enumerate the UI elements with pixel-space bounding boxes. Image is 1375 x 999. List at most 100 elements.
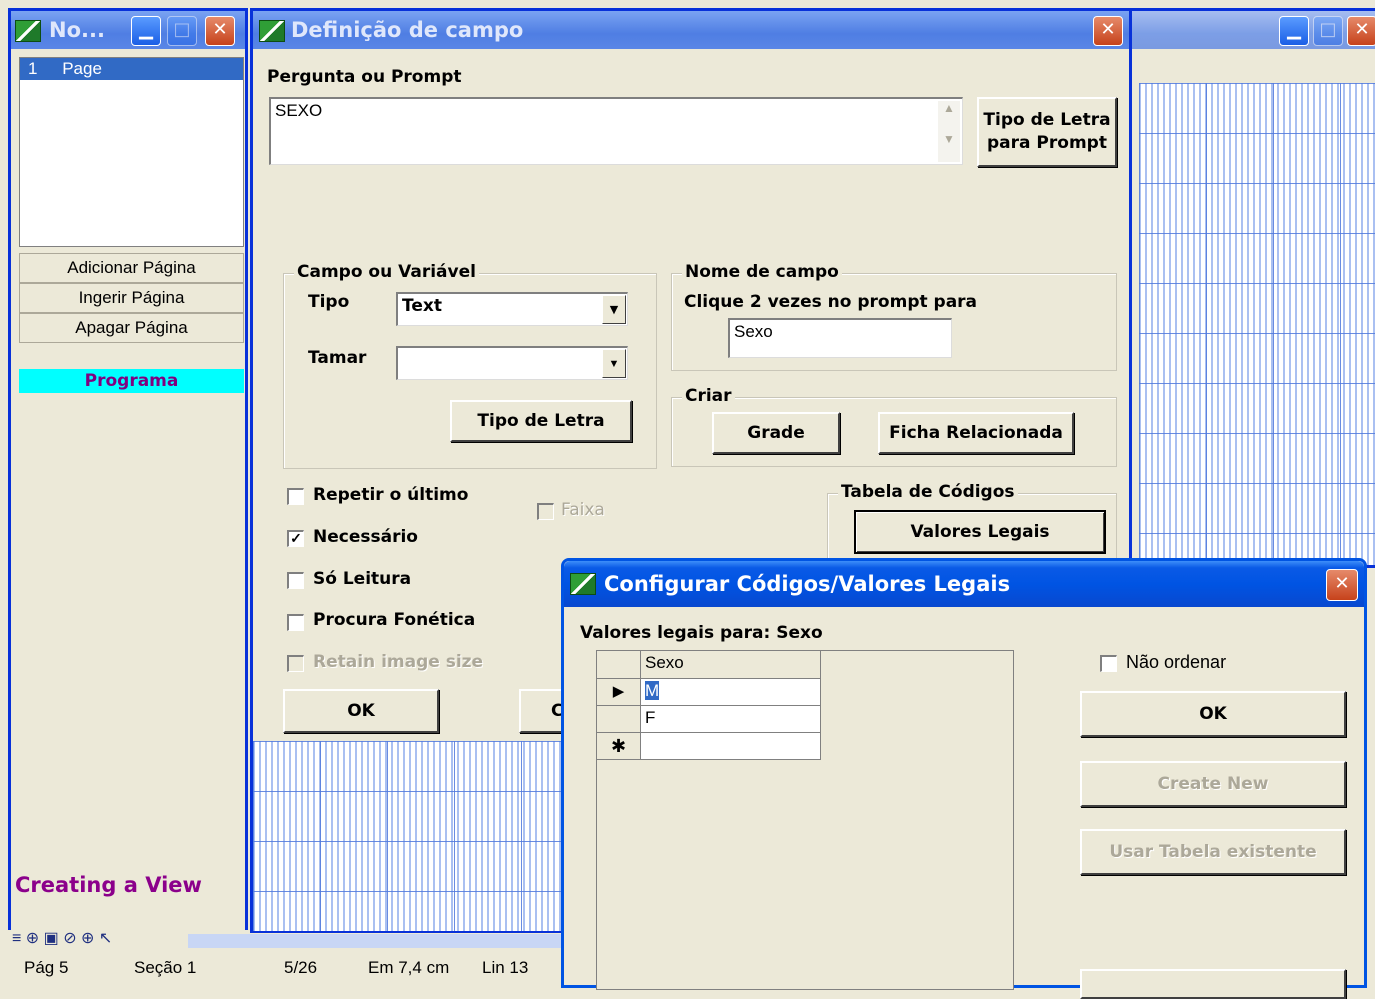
prompt-font-line1: Tipo de Letra <box>983 110 1111 131</box>
prompt-font-line2: para Prompt <box>987 133 1107 153</box>
table-row[interactable]: F <box>641 706 821 733</box>
field-name-value: Sexo <box>734 322 773 341</box>
required-label: Necessário <box>313 527 418 547</box>
close-button[interactable]: ✕ <box>1326 569 1358 601</box>
delete-page-button[interactable]: Apagar Página <box>19 313 244 343</box>
codes-grid[interactable]: Sexo ▶ M F ✱ <box>596 650 1014 990</box>
legal-for-label: Valores legais para: Sexo <box>580 623 823 643</box>
code-table-group: Tabela de Códigos Valores Legais <box>827 482 1117 563</box>
prompt-scrollbar[interactable]: ▲ ▼ <box>938 101 960 162</box>
toolbar-icons[interactable]: ≡ ⊕ ▣ ⊘ ⊕ ↖ <box>12 928 112 948</box>
status-section: Seção 1 <box>134 958 197 977</box>
grid-corner <box>597 651 641 679</box>
repeat-last-label: Repetir o último <box>313 485 469 505</box>
close-button[interactable]: ✕ <box>1347 16 1375 46</box>
add-page-button[interactable]: Adicionar Página <box>19 253 244 283</box>
create-group: Criar Grade Ficha Relacionada <box>671 386 1117 467</box>
maximize-button[interactable]: □ <box>167 16 197 46</box>
required-checkbox[interactable]: ✓ <box>287 530 304 547</box>
type-label: Tipo <box>308 292 350 312</box>
program-button[interactable]: Programa <box>19 369 244 393</box>
minimize-button[interactable]: ▁ <box>1279 16 1309 46</box>
prompt-textarea[interactable]: SEXO ▲ ▼ <box>269 97 963 165</box>
codes-extra-button[interactable] <box>1080 969 1346 999</box>
related-form-button[interactable]: Ficha Relacionada <box>878 412 1074 454</box>
prompt-font-button[interactable]: Tipo de Letra para Prompt <box>977 97 1117 167</box>
codes-dialog-title: Configurar Códigos/Valores Legais <box>604 572 1011 596</box>
maximize-button[interactable]: □ <box>1313 16 1343 46</box>
bottom-toolbar: ≡ ⊕ ▣ ⊘ ⊕ ↖ <box>8 930 568 950</box>
creating-view-label: Creating a View <box>15 873 202 897</box>
table-row[interactable]: M <box>641 679 821 706</box>
pages-window: No... ▁ □ ✕ 1 Page Adicionar Página Inge… <box>8 8 248 933</box>
creating-view-link[interactable]: Creating a View <box>15 873 202 897</box>
retain-image-checkbox[interactable] <box>287 655 304 672</box>
size-select[interactable]: ▼ <box>396 346 628 380</box>
page-list-item[interactable]: 1 Page <box>20 58 243 80</box>
program-label: Programa <box>84 371 179 391</box>
field-name-group-title: Nome de campo <box>682 262 842 282</box>
close-button[interactable]: ✕ <box>1093 16 1123 46</box>
prompt-label: Pergunta ou Prompt <box>267 67 462 87</box>
background-window: ▁ □ ✕ <box>1128 8 1375 568</box>
type-select[interactable]: Text ▼ <box>396 292 628 326</box>
legal-for-value: Sexo <box>776 623 823 643</box>
legal-values-button[interactable]: Valores Legais <box>854 510 1106 554</box>
horizontal-scrollbar[interactable] <box>188 934 568 948</box>
app-icon <box>15 20 41 42</box>
no-sort-label: Não ordenar <box>1126 652 1227 672</box>
status-page: Pág 5 <box>24 958 69 977</box>
app-icon <box>570 573 596 595</box>
ok-button[interactable]: OK <box>283 689 439 733</box>
create-group-title: Criar <box>682 386 735 406</box>
status-bar: Pág 5 Seção 1 5/26 Em 7,4 cm Lin 13 <box>8 955 568 980</box>
pages-window-title: No... <box>49 18 105 42</box>
chevron-down-icon[interactable]: ▼ <box>602 295 626 324</box>
status-position: Em 7,4 cm <box>368 958 450 977</box>
codes-dialog: Configurar Códigos/Valores Legais ✕ Valo… <box>561 558 1367 999</box>
close-button[interactable]: ✕ <box>205 16 235 46</box>
field-dialog-titlebar: Definição de campo ✕ <box>253 11 1129 49</box>
font-button[interactable]: Tipo de Letra <box>450 400 632 442</box>
size-label: Tamar <box>308 348 367 368</box>
grid-button[interactable]: Grade <box>712 412 840 454</box>
design-grid-lower[interactable] <box>253 741 573 931</box>
pages-window-titlebar: No... ▁ □ ✕ <box>11 11 245 49</box>
row-value[interactable]: M <box>645 681 660 700</box>
design-grid[interactable] <box>1139 83 1375 565</box>
chevron-down-icon[interactable]: ▼ <box>602 349 626 378</box>
column-header-label: Sexo <box>645 653 684 672</box>
current-row-icon: ▶ <box>612 683 625 700</box>
repeat-last-checkbox[interactable] <box>287 488 304 505</box>
prompt-value: SEXO <box>275 101 323 120</box>
table-row[interactable] <box>641 733 821 760</box>
codes-dialog-titlebar: Configurar Códigos/Valores Legais ✕ <box>564 561 1364 607</box>
row-value[interactable]: F <box>645 708 655 727</box>
row-selector[interactable]: ✱ <box>597 733 641 760</box>
row-selector[interactable]: ▶ <box>597 679 641 706</box>
no-sort-checkbox[interactable] <box>1100 655 1117 672</box>
field-name-hint: Clique 2 vezes no prompt para <box>684 292 978 312</box>
page-number: 1 <box>28 59 38 78</box>
phonetic-label: Procura Fonética <box>313 610 476 630</box>
readonly-checkbox[interactable] <box>287 572 304 589</box>
insert-page-button[interactable]: Ingerir Página <box>19 283 244 313</box>
status-fraction: 5/26 <box>284 958 318 977</box>
phonetic-checkbox[interactable] <box>287 614 304 631</box>
status-line: Lin 13 <box>482 958 529 977</box>
type-value: Text <box>402 296 442 316</box>
code-table-group-title: Tabela de Códigos <box>838 482 1018 502</box>
readonly-label: Só Leitura <box>313 569 412 589</box>
create-new-button[interactable]: Create New <box>1080 761 1346 807</box>
range-checkbox[interactable] <box>537 503 554 520</box>
column-header-sexo[interactable]: Sexo <box>641 651 821 679</box>
variable-group-title: Campo ou Variável <box>294 262 479 282</box>
background-window-titlebar: ▁ □ ✕ <box>1131 11 1375 49</box>
field-dialog-title: Definição de campo <box>291 18 524 42</box>
use-existing-table-button[interactable]: Usar Tabela existente <box>1080 829 1346 875</box>
field-name-input[interactable]: Sexo <box>728 318 952 358</box>
minimize-button[interactable]: ▁ <box>131 16 161 46</box>
row-selector[interactable] <box>597 706 641 733</box>
page-list[interactable]: 1 Page <box>19 57 244 247</box>
codes-ok-button[interactable]: OK <box>1080 691 1346 737</box>
